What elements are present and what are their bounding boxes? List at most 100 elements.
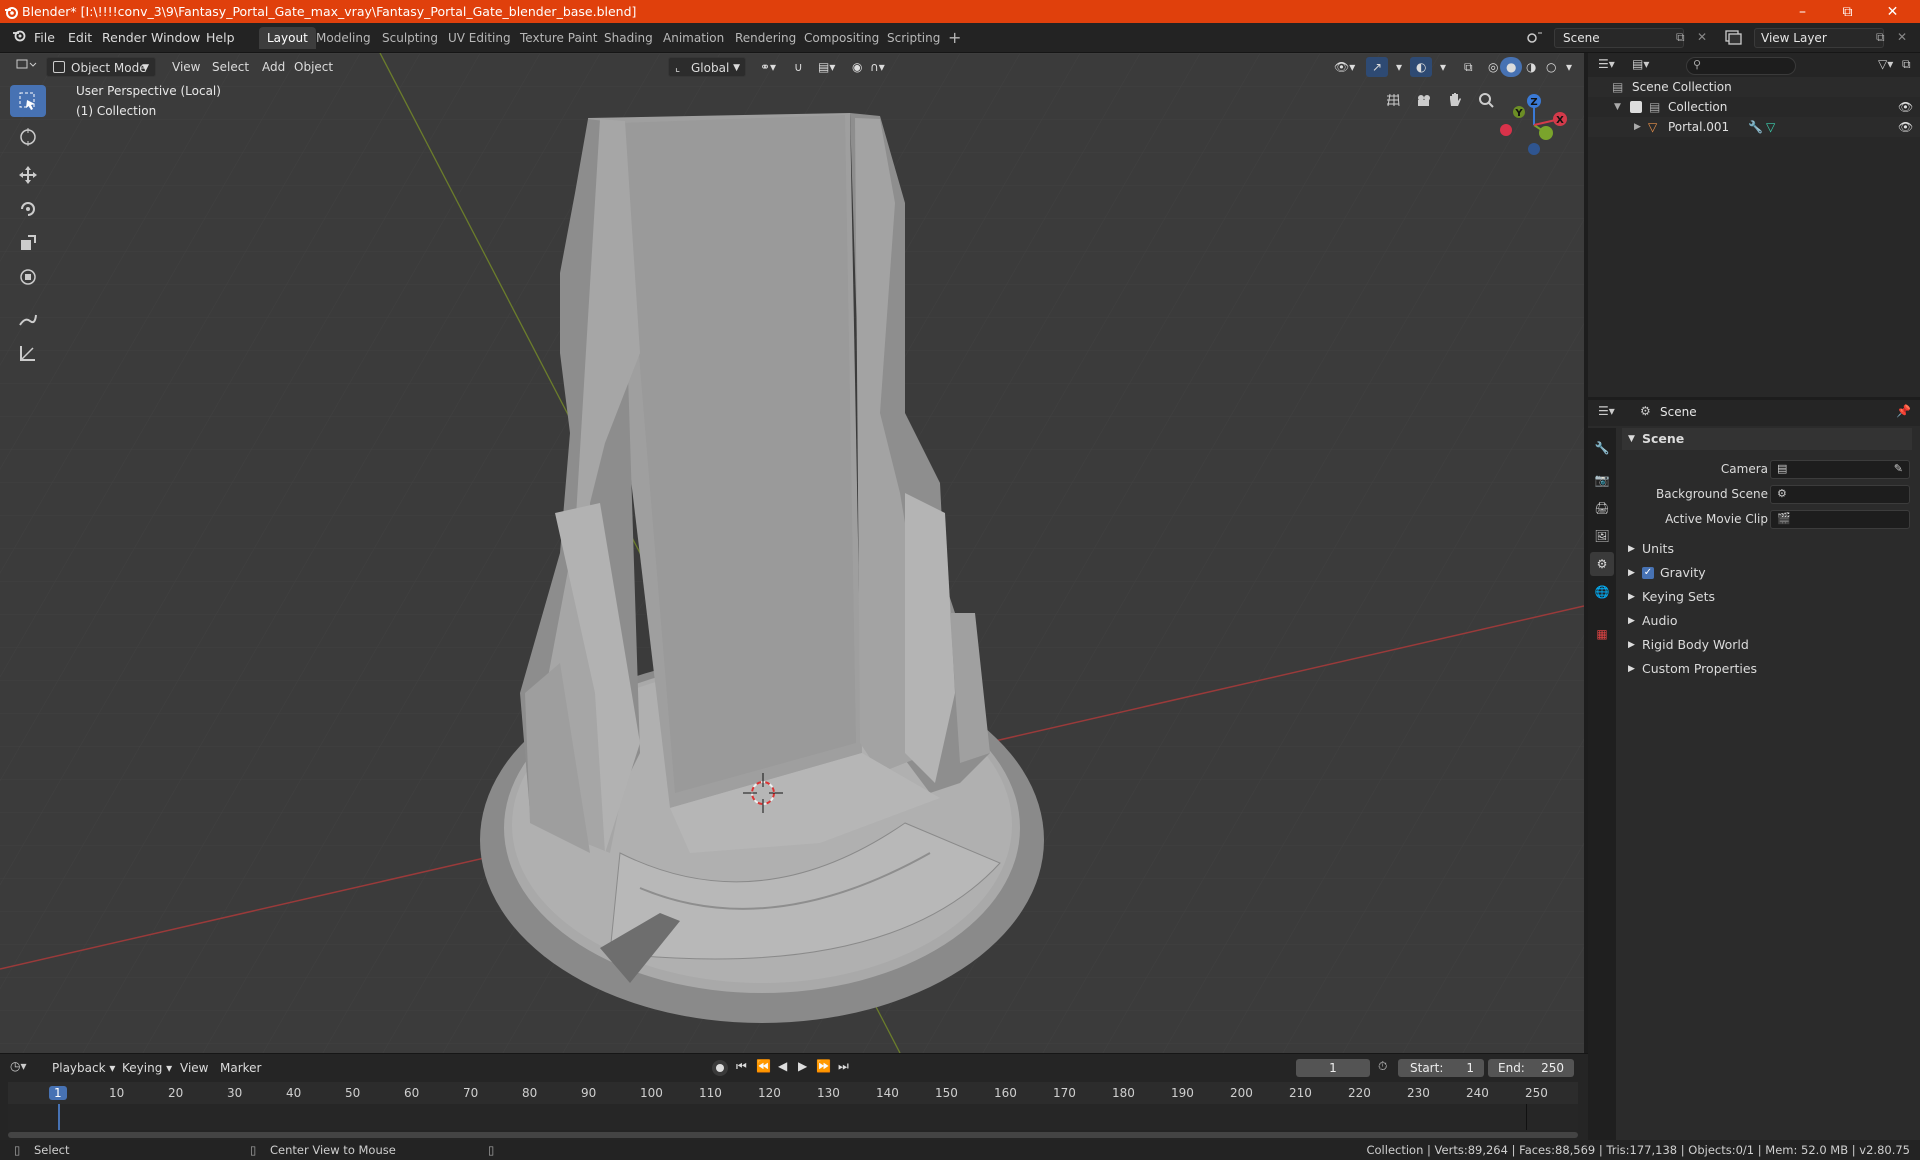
- tool-tab-icon[interactable]: 🔧: [1590, 436, 1614, 460]
- tab-rendering[interactable]: Rendering: [727, 27, 804, 49]
- move-tool-icon[interactable]: [10, 159, 46, 191]
- delete-view-layer-icon[interactable]: ✕: [1897, 30, 1907, 44]
- minimize-icon[interactable]: –: [1780, 0, 1825, 23]
- new-collection-icon[interactable]: ⧉: [1902, 57, 1911, 72]
- snap-icon[interactable]: ∪: [788, 57, 809, 77]
- tab-animation[interactable]: Animation: [655, 27, 732, 49]
- tab-shading[interactable]: Shading: [596, 27, 661, 49]
- outliner-search-input[interactable]: ⚲: [1686, 57, 1796, 75]
- outliner-editor-type-icon[interactable]: ☰▾: [1598, 57, 1615, 71]
- render-tab-icon[interactable]: 📷: [1590, 468, 1614, 492]
- new-view-layer-icon[interactable]: ⧉: [1876, 30, 1885, 45]
- toggle-grid-icon[interactable]: [1380, 87, 1406, 113]
- shading-dropdown-icon[interactable]: ▾: [1560, 57, 1578, 77]
- collection-checkbox[interactable]: [1630, 101, 1642, 113]
- scene-tab-icon[interactable]: ⚙: [1590, 552, 1614, 576]
- cursor-tool-icon[interactable]: [10, 121, 46, 153]
- falloff-icon[interactable]: ∩▾: [864, 57, 891, 77]
- view-layer-selector[interactable]: View Layer: [1754, 28, 1884, 48]
- tab-uv-editing[interactable]: UV Editing: [440, 27, 519, 49]
- output-tab-icon[interactable]: 🖨: [1590, 496, 1614, 520]
- gizmo-toggle-icon[interactable]: ↗: [1366, 57, 1389, 77]
- editor-type-icon[interactable]: [10, 57, 44, 77]
- expand-arrow-icon[interactable]: ▶: [1634, 117, 1641, 137]
- tab-modeling[interactable]: Modeling: [308, 27, 379, 49]
- display-mode-icon[interactable]: ▤▾: [1632, 57, 1649, 71]
- navigation-gizmo[interactable]: X Y Z: [1494, 85, 1574, 165]
- scene-browse-icon[interactable]: [1524, 28, 1546, 48]
- outliner-row-collection[interactable]: ▼ ▤ Collection 👁: [1588, 97, 1920, 117]
- xray-toggle-icon[interactable]: ⧉: [1458, 57, 1479, 77]
- marker-menu[interactable]: Marker: [214, 1058, 267, 1078]
- menu-file[interactable]: File: [28, 28, 61, 48]
- start-frame-field[interactable]: Start: 1: [1398, 1059, 1484, 1077]
- expand-arrow-icon[interactable]: ▼: [1614, 97, 1621, 117]
- pin-icon[interactable]: 📌: [1896, 404, 1911, 418]
- world-tab-icon[interactable]: 🌐: [1590, 580, 1614, 604]
- camera-view-icon[interactable]: [1411, 87, 1437, 113]
- timeline-editor-type-icon[interactable]: ◷▾: [10, 1059, 27, 1073]
- timeline-track[interactable]: [8, 1104, 1578, 1130]
- outliner-row-scene-collection[interactable]: ▤ Scene Collection: [1588, 77, 1920, 97]
- playback-menu[interactable]: Playback ▾: [46, 1058, 121, 1078]
- view-layer-browse-icon[interactable]: [1724, 28, 1746, 48]
- active-movie-clip-field[interactable]: 🎬: [1770, 510, 1910, 529]
- object-mode-dropdown[interactable]: Object Mode ▼: [46, 57, 156, 77]
- custom-properties-panel-header[interactable]: ▶ Custom Properties: [1622, 658, 1912, 680]
- close-icon[interactable]: ✕: [1870, 0, 1915, 23]
- texture-tab-icon[interactable]: ▦: [1590, 622, 1614, 646]
- tab-texture-paint[interactable]: Texture Paint: [512, 27, 605, 49]
- tab-scripting[interactable]: Scripting: [879, 27, 948, 49]
- gizmo-dropdown-icon[interactable]: ▾: [1390, 57, 1408, 77]
- modifier-wrench-icon[interactable]: 🔧: [1748, 117, 1763, 137]
- keying-menu[interactable]: Keying ▾: [116, 1058, 178, 1078]
- transform-tool-icon[interactable]: [10, 261, 46, 293]
- pan-hand-icon[interactable]: [1442, 87, 1468, 113]
- play-reverse-icon[interactable]: ◀: [778, 1059, 787, 1073]
- preview-range-icon[interactable]: ⏱: [1378, 1059, 1387, 1074]
- menu-window[interactable]: Window: [145, 28, 206, 48]
- rotate-tool-icon[interactable]: [10, 193, 46, 225]
- pivot-point-icon[interactable]: ⚭▾: [754, 57, 782, 77]
- next-keyframe-icon[interactable]: ⏩: [816, 1059, 831, 1073]
- select-box-tool-icon[interactable]: [10, 85, 46, 117]
- add-workspace-icon[interactable]: +: [940, 27, 969, 49]
- measure-tool-icon[interactable]: [10, 337, 46, 369]
- delete-scene-icon[interactable]: ✕: [1697, 30, 1707, 44]
- gravity-checkbox[interactable]: ✓: [1642, 567, 1654, 579]
- mesh-data-icon[interactable]: ▽: [1766, 117, 1775, 137]
- rigid-body-world-panel-header[interactable]: ▶ Rigid Body World: [1622, 634, 1912, 656]
- gravity-panel-header[interactable]: ▶ ✓ Gravity: [1622, 562, 1912, 584]
- end-frame-field[interactable]: End: 250: [1488, 1059, 1574, 1077]
- audio-panel-header[interactable]: ▶ Audio: [1622, 610, 1912, 632]
- play-icon[interactable]: ▶: [798, 1059, 807, 1073]
- menu-select[interactable]: Select: [206, 57, 255, 77]
- view-layer-tab-icon[interactable]: 🖼: [1590, 524, 1614, 548]
- record-icon[interactable]: [712, 1060, 728, 1076]
- filter-icon[interactable]: ▽▾: [1878, 57, 1893, 71]
- jump-start-icon[interactable]: ⏮: [736, 1059, 747, 1074]
- scale-tool-icon[interactable]: [10, 227, 46, 259]
- units-panel-header[interactable]: ▶ Units: [1622, 538, 1912, 560]
- menu-edit[interactable]: Edit: [62, 28, 98, 48]
- outliner-row-portal[interactable]: ▶ ▽ Portal.001 🔧 ▽ 👁: [1588, 117, 1920, 137]
- background-scene-field[interactable]: ⚙: [1770, 485, 1910, 504]
- scene-panel-header[interactable]: ▼ Scene: [1622, 428, 1912, 450]
- frame-ruler[interactable]: [8, 1082, 1578, 1104]
- overlays-toggle-icon[interactable]: ◐: [1410, 57, 1433, 77]
- overlays-dropdown-icon[interactable]: ▾: [1434, 57, 1452, 77]
- current-frame-field[interactable]: 1: [1296, 1059, 1370, 1077]
- 3d-viewport[interactable]: User Perspective (Local) (1) Collection …: [0, 53, 1584, 1053]
- menu-view[interactable]: View: [166, 57, 206, 77]
- tab-compositing[interactable]: Compositing: [796, 27, 887, 49]
- annotate-tool-icon[interactable]: [10, 303, 46, 335]
- jump-end-icon[interactable]: ⏭: [838, 1059, 849, 1074]
- menu-object[interactable]: Object: [288, 57, 339, 77]
- transform-orientation-dropdown[interactable]: ⌞ Global ▼: [668, 57, 746, 77]
- snap-target-icon[interactable]: ▤▾: [812, 57, 841, 77]
- eye-icon[interactable]: 👁: [1898, 117, 1913, 137]
- tab-sculpting[interactable]: Sculpting: [374, 27, 446, 49]
- camera-field[interactable]: ▤ ✎: [1770, 460, 1910, 479]
- timeline-view-menu[interactable]: View: [174, 1058, 214, 1078]
- eyedropper-icon[interactable]: ✎: [1894, 462, 1903, 475]
